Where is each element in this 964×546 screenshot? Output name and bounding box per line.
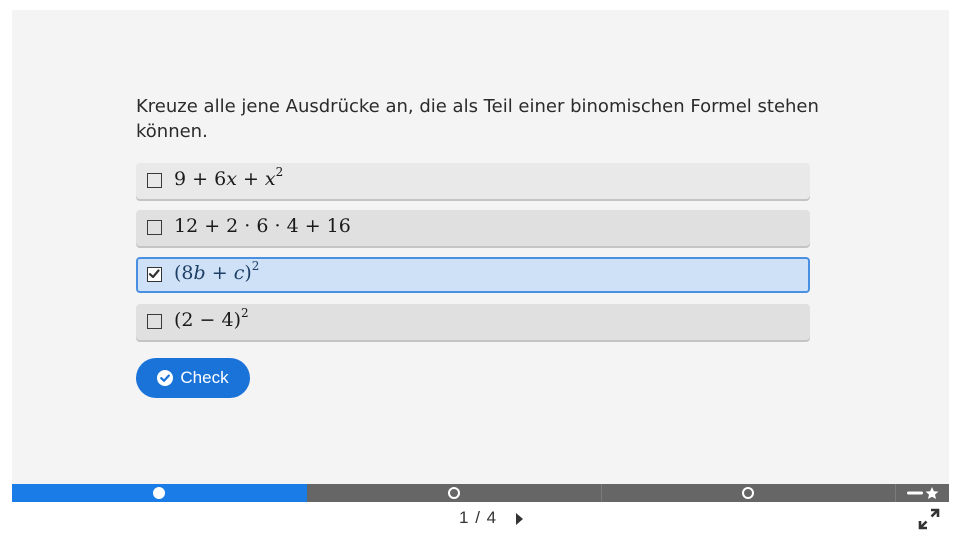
checkbox-unchecked[interactable] <box>147 314 162 329</box>
answer-expression-4: (2 − 4)2 <box>174 306 249 331</box>
expand-arrows-icon <box>918 508 940 530</box>
check-circle-icon <box>157 370 174 386</box>
answer-expression-1: 9 + 6x + x2 <box>174 165 284 190</box>
slide-dot <box>742 487 754 499</box>
checkbox-checked[interactable] <box>147 267 162 282</box>
slide-dot <box>448 487 460 499</box>
answer-expression-3: (8b + c)2 <box>174 259 260 284</box>
summary-segment[interactable] <box>896 484 949 502</box>
progress-segment-1[interactable] <box>12 484 307 502</box>
fullscreen-icon[interactable] <box>918 508 940 530</box>
question-text: Kreuze alle jene Ausdrücke an, die als T… <box>136 96 819 142</box>
answer-option-4[interactable]: (2 − 4)2 <box>136 304 810 340</box>
summary-star-icon <box>907 487 939 499</box>
slide-navigation: 1 / 4 <box>0 506 964 532</box>
check-button[interactable]: Check <box>136 358 250 398</box>
checkmark-icon <box>148 269 160 279</box>
progress-bar <box>12 484 949 502</box>
check-button-label: Check <box>180 368 229 387</box>
slide-counter: 1 / 4 <box>459 508 498 527</box>
answer-option-1[interactable]: 9 + 6x + x2 <box>136 163 810 199</box>
answer-list: 9 + 6x + x2 12 + 2 · 6 · 4 + 16 (8b + c)… <box>136 163 810 351</box>
progress-segment-3[interactable] <box>602 484 896 502</box>
answer-option-3[interactable]: (8b + c)2 <box>136 257 810 293</box>
slide-dot-current <box>153 487 165 499</box>
checkbox-unchecked[interactable] <box>147 220 162 235</box>
answer-option-2[interactable]: 12 + 2 · 6 · 4 + 16 <box>136 210 810 246</box>
answer-expression-2: 12 + 2 · 6 · 4 + 16 <box>174 215 351 237</box>
checkbox-unchecked[interactable] <box>147 173 162 188</box>
progress-segment-2[interactable] <box>307 484 602 502</box>
next-slide-arrow-icon[interactable] <box>516 513 523 525</box>
